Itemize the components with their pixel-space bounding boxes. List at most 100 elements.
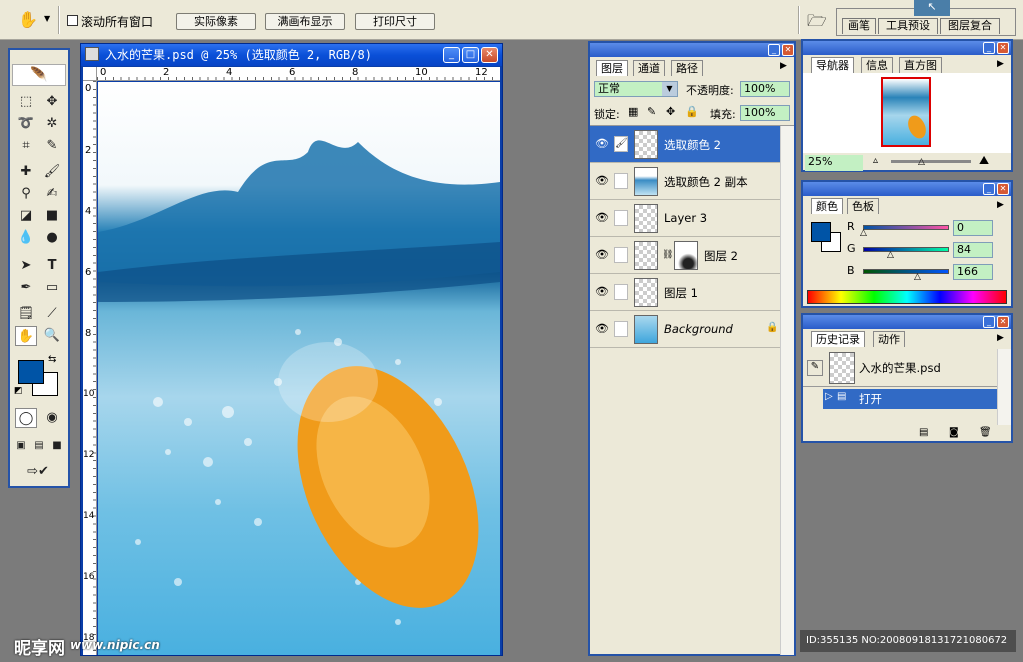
- fit-screen-button[interactable]: 满画布显示: [265, 13, 345, 30]
- layers-scrollbar[interactable]: [780, 126, 794, 655]
- eye-icon[interactable]: 👁: [594, 136, 610, 152]
- layers-close-button[interactable]: ✕: [782, 44, 794, 56]
- layers-minimize-button[interactable]: _: [768, 44, 780, 56]
- color-spectrum-ramp[interactable]: [807, 290, 1007, 304]
- tab-paths[interactable]: 路径: [671, 60, 703, 76]
- eye-icon[interactable]: 👁: [594, 284, 610, 300]
- tab-histogram[interactable]: 直方图: [899, 57, 942, 73]
- new-document-from-state-icon[interactable]: ▤: [919, 427, 928, 438]
- tool-preset-dropdown-icon[interactable]: ▼: [44, 14, 50, 23]
- print-size-button[interactable]: 打印尺寸: [355, 13, 435, 30]
- opacity-field[interactable]: 100%: [740, 81, 790, 97]
- document-title-bar[interactable]: 入水的芒果.psd @ 25% (选取颜色 2, RGB/8): [81, 44, 502, 66]
- jump-to-imageready-icon[interactable]: ⇨✔: [15, 462, 61, 482]
- history-snapshot-row[interactable]: ✎ 入水的芒果.psd: [803, 349, 997, 387]
- color-close-button[interactable]: ✕: [997, 183, 1009, 195]
- zoom-slider[interactable]: [891, 160, 971, 163]
- history-titlebar[interactable]: [803, 315, 1011, 329]
- trash-icon[interactable]: 🗑: [979, 427, 992, 438]
- notes-tool-icon[interactable]: 🗒: [15, 304, 37, 324]
- layers-menu-icon[interactable]: ▶: [780, 61, 787, 71]
- brush-link-icon[interactable]: 🖌: [614, 136, 628, 152]
- tab-actions[interactable]: 动作: [873, 331, 905, 347]
- lock-position-icon[interactable]: ✥: [666, 105, 675, 118]
- eye-icon[interactable]: 👁: [594, 247, 610, 263]
- tab-swatches[interactable]: 色板: [847, 198, 879, 214]
- maximize-button[interactable]: □: [462, 47, 479, 63]
- path-selection-tool-icon[interactable]: ➤: [15, 256, 37, 276]
- lock-transparency-icon[interactable]: ▦: [628, 105, 638, 118]
- hand-tool-icon[interactable]: ✋: [15, 326, 37, 346]
- b-slider[interactable]: [863, 269, 949, 274]
- navigator-close-button[interactable]: ✕: [997, 42, 1009, 54]
- tab-info[interactable]: 信息: [861, 57, 893, 73]
- type-tool-icon[interactable]: T: [41, 256, 63, 276]
- navigator-menu-icon[interactable]: ▶: [997, 59, 1004, 69]
- layer-row[interactable]: 👁 🖌 选取颜色 2: [590, 126, 780, 163]
- history-close-button[interactable]: ✕: [997, 316, 1009, 328]
- zoom-tool-icon[interactable]: 🔍: [41, 326, 63, 346]
- link-icon[interactable]: [614, 284, 628, 300]
- well-tab-brushes[interactable]: 画笔: [842, 18, 876, 34]
- eye-icon[interactable]: 👁: [594, 210, 610, 226]
- palette-well-icon[interactable]: 🗁: [807, 10, 827, 37]
- history-step-row[interactable]: ▷ ▤ 打开: [823, 389, 997, 409]
- blur-tool-icon[interactable]: 💧: [15, 228, 37, 248]
- new-snapshot-icon[interactable]: ◙: [949, 427, 959, 438]
- crop-tool-icon[interactable]: ⌗: [15, 136, 37, 156]
- zoom-out-icon[interactable]: ▵: [873, 155, 878, 166]
- history-scrollbar[interactable]: [997, 349, 1011, 425]
- tab-layers[interactable]: 图层: [596, 60, 628, 76]
- layer-row[interactable]: 👁 Layer 3: [590, 200, 780, 237]
- layers-panel-titlebar[interactable]: [590, 43, 794, 57]
- color-fg-swatch[interactable]: [811, 222, 831, 242]
- horizontal-ruler[interactable]: 0 2 4 6 8 10 12: [97, 67, 500, 81]
- tab-history[interactable]: 历史记录: [811, 331, 865, 347]
- layer-mask-thumbnail[interactable]: [674, 241, 698, 270]
- blend-mode-select[interactable]: 正常 ▼: [594, 81, 678, 97]
- dodge-tool-icon[interactable]: ●: [41, 228, 63, 248]
- r-slider-thumb[interactable]: △: [860, 228, 867, 238]
- gradient-tool-icon[interactable]: ■: [41, 206, 63, 226]
- g-field[interactable]: 84: [953, 242, 993, 258]
- screen-mode-standard-icon[interactable]: ▣: [12, 436, 30, 456]
- lock-all-icon[interactable]: 🔒: [685, 105, 699, 118]
- navigator-preview[interactable]: [803, 73, 1011, 153]
- fill-field[interactable]: 100%: [740, 105, 790, 121]
- layer-row[interactable]: 👁 选取颜色 2 副本: [590, 163, 780, 200]
- brush-tool-icon[interactable]: 🖌: [41, 162, 63, 182]
- navigator-minimize-button[interactable]: _: [983, 42, 995, 54]
- link-icon[interactable]: [614, 173, 628, 189]
- color-titlebar[interactable]: [803, 182, 1011, 196]
- eye-icon[interactable]: 👁: [594, 321, 610, 337]
- lasso-tool-icon[interactable]: ➰: [15, 114, 37, 134]
- marquee-tool-icon[interactable]: ⬚: [15, 92, 37, 112]
- move-tool-icon[interactable]: ✥: [41, 92, 63, 112]
- r-slider[interactable]: [863, 225, 949, 230]
- standard-mode-icon[interactable]: ◯: [15, 408, 37, 428]
- b-slider-thumb[interactable]: △: [914, 272, 921, 282]
- link-icon[interactable]: [614, 247, 628, 263]
- tab-navigator[interactable]: 导航器: [811, 57, 854, 73]
- actual-pixels-button[interactable]: 实际像素: [176, 13, 256, 30]
- well-tab-layer-comps[interactable]: 图层复合: [940, 18, 1000, 34]
- g-slider-thumb[interactable]: △: [887, 250, 894, 260]
- eyedropper-tool-icon[interactable]: ⟋: [41, 304, 63, 324]
- canvas-image[interactable]: [98, 82, 500, 655]
- zoom-slider-thumb[interactable]: △: [918, 157, 925, 167]
- r-field[interactable]: 0: [953, 220, 993, 236]
- layer-row[interactable]: 👁 ⛓ 图层 2: [590, 237, 780, 274]
- history-brush-tool-icon[interactable]: ✍: [41, 184, 63, 204]
- lock-pixels-icon[interactable]: ✎: [647, 105, 656, 118]
- history-menu-icon[interactable]: ▶: [997, 333, 1004, 343]
- navigator-titlebar[interactable]: [803, 41, 1011, 55]
- tab-color[interactable]: 颜色: [811, 198, 843, 214]
- magic-wand-tool-icon[interactable]: ✲: [41, 114, 63, 134]
- scroll-all-checkbox[interactable]: [67, 15, 78, 26]
- shape-tool-icon[interactable]: ▭: [41, 278, 63, 298]
- pen-tool-icon[interactable]: ✒: [15, 278, 37, 298]
- history-brush-icon[interactable]: ✎: [807, 360, 823, 376]
- minimize-button[interactable]: _: [443, 47, 460, 63]
- screen-mode-full-icon[interactable]: ■: [48, 436, 66, 456]
- quick-mask-mode-icon[interactable]: ◉: [41, 408, 63, 428]
